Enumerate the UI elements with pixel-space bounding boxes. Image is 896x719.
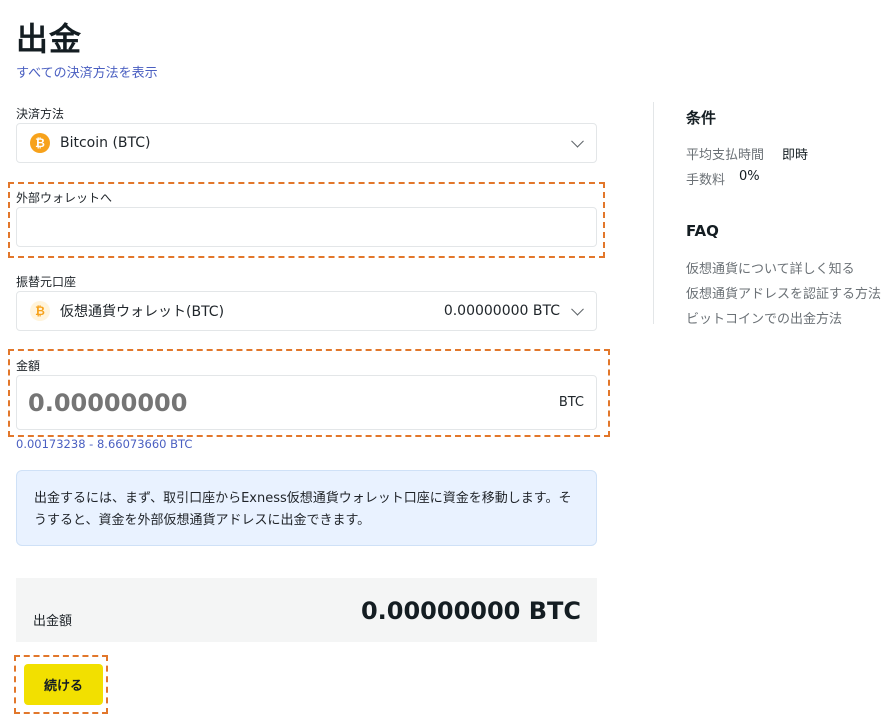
amount-input[interactable] [17, 376, 517, 429]
bitcoin-icon: ₿ [30, 301, 50, 321]
payment-method-label: 決済方法 [16, 107, 65, 121]
faq-link-bitcoin-withdrawal[interactable]: ビットコインでの出金方法 [686, 308, 842, 327]
source-account-select[interactable]: ₿ 仮想通貨ウォレット(BTC) 0.00000000 BTC [16, 291, 597, 331]
amount-field[interactable]: BTC [16, 375, 597, 430]
bitcoin-icon: ₿ [30, 133, 50, 153]
chevron-down-icon [571, 302, 584, 316]
info-box: 出金するには、まず、取引口座からExness仮想通貨ウォレット口座に資金を移動し… [16, 470, 597, 546]
continue-button[interactable]: 続ける [24, 664, 103, 705]
amount-range: 0.00173238 - 8.66073660 BTC [16, 437, 193, 451]
faq-title: FAQ [686, 222, 719, 240]
chevron-down-icon [571, 134, 584, 148]
faq-link-verify-address[interactable]: 仮想通貨アドレスを認証する方法 [686, 283, 881, 302]
conditions-title: 条件 [686, 109, 717, 127]
sidebar-divider [653, 102, 654, 324]
source-account-value: 仮想通貨ウォレット(BTC) [60, 304, 225, 320]
external-wallet-input[interactable] [16, 207, 597, 247]
amount-label: 金額 [16, 359, 41, 373]
payment-method-select[interactable]: ₿ Bitcoin (BTC) [16, 123, 597, 163]
faq-link-crypto[interactable]: 仮想通貨について詳しく知る [686, 258, 855, 277]
condition-value-fee: 0% [739, 169, 760, 184]
condition-value-payout-time: 即時 [782, 148, 809, 163]
withdrawal-summary: 出金額 0.00000000 BTC [16, 578, 597, 642]
external-wallet-label: 外部ウォレットへ [16, 191, 113, 205]
info-text: 出金するには、まず、取引口座からExness仮想通貨ウォレット口座に資金を移動し… [34, 491, 572, 528]
page-title: 出金 [16, 20, 83, 58]
all-payment-methods-link[interactable]: すべての決済方法を表示 [16, 62, 158, 81]
condition-key-payout-time: 平均支払時間 [686, 148, 765, 163]
summary-value: 0.00000000 BTC [360, 597, 581, 625]
source-account-balance: 0.00000000 BTC [443, 303, 560, 319]
condition-key-fee: 手数料 [686, 173, 726, 188]
payment-method-value: Bitcoin (BTC) [60, 135, 151, 151]
source-account-label: 振替元口座 [16, 275, 77, 289]
summary-label: 出金額 [33, 614, 73, 629]
amount-currency: BTC [558, 395, 584, 410]
